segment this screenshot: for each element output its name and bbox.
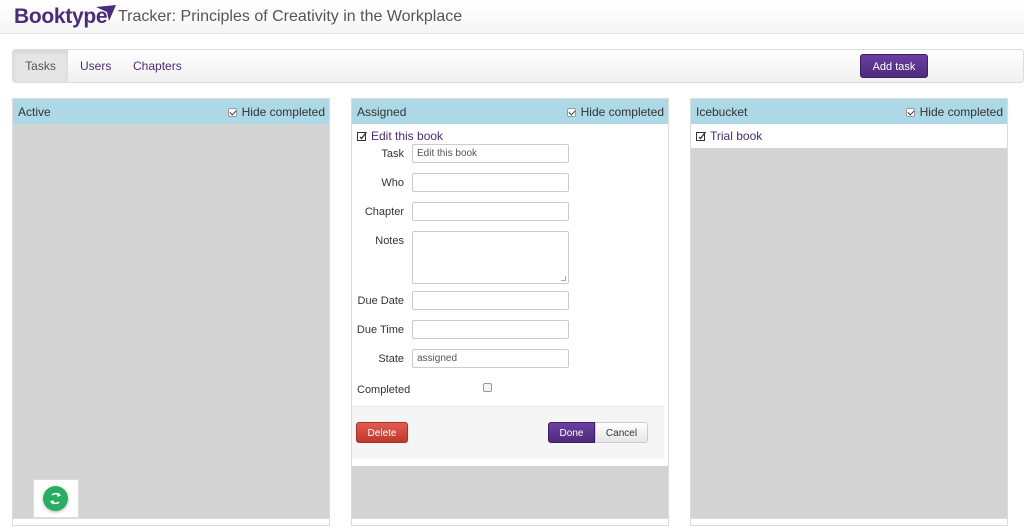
hide-completed-toggle[interactable]: Hide completed [566, 105, 664, 119]
column-assigned: Assigned Hide completed Edit this book T… [351, 98, 669, 526]
hide-completed-toggle[interactable]: Hide completed [905, 105, 1003, 119]
hide-completed-toggle[interactable]: Hide completed [227, 105, 325, 119]
hide-completed-checkbox[interactable] [227, 108, 237, 117]
task-edit-card: Edit this book Task Who Chapter Notes Du… [352, 124, 668, 466]
hide-completed-label: Hide completed [919, 105, 1003, 119]
form-actions: Delete Done Cancel [352, 406, 664, 459]
column-footer [352, 518, 668, 525]
hide-completed-checkbox[interactable] [566, 108, 576, 117]
due-date-input[interactable] [412, 291, 569, 310]
delete-button[interactable]: Delete [356, 422, 408, 443]
column-active: Active Hide completed [12, 98, 330, 526]
sync-icon [49, 492, 62, 505]
logo-arrow-icon [96, 5, 116, 21]
hide-completed-label: Hide completed [241, 105, 325, 119]
tab-chapters[interactable]: Chapters [133, 50, 182, 82]
sync-widget [33, 479, 79, 518]
column-footer [691, 518, 1007, 525]
top-bar: Booktype Tracker: Principles of Creativi… [0, 0, 1024, 34]
cancel-button[interactable]: Cancel [595, 422, 648, 443]
column-title: Assigned [357, 105, 407, 119]
column-icebucket: Icebucket Hide completed Trial book [690, 98, 1008, 526]
resize-grip-icon[interactable] [561, 276, 566, 281]
chapter-label: Chapter [364, 206, 404, 218]
state-input[interactable] [412, 349, 569, 368]
page-title: Tracker: Principles of Creativity in the… [118, 8, 463, 25]
add-task-button[interactable]: Add task [860, 54, 928, 78]
done-button[interactable]: Done [548, 422, 595, 443]
notes-label: Notes [375, 235, 404, 247]
column-header: Icebucket Hide completed [691, 99, 1007, 124]
task-link-label: Edit this book [371, 129, 444, 143]
column-footer [13, 518, 329, 525]
hide-completed-checkbox[interactable] [905, 108, 915, 117]
hide-completed-label: Hide completed [580, 105, 664, 119]
completed-checkbox[interactable] [483, 383, 492, 392]
tab-tasks[interactable]: Tasks [13, 50, 68, 82]
task-label: Task [381, 148, 404, 160]
who-input[interactable] [412, 173, 569, 192]
sync-button[interactable] [43, 486, 68, 511]
edit-icon [696, 131, 706, 141]
completed-label: Completed [357, 384, 411, 396]
due-time-label: Due Time [356, 324, 404, 336]
task-link-edit-this-book[interactable]: Edit this book [357, 129, 443, 143]
task-link-label: Trial book [710, 129, 763, 143]
task-item: Trial book [691, 124, 1007, 148]
tab-users[interactable]: Users [80, 50, 111, 82]
due-date-label: Due Date [357, 295, 404, 307]
booktype-logo[interactable]: Booktype [14, 5, 108, 29]
column-title: Active [18, 105, 51, 119]
who-label: Who [381, 177, 404, 189]
column-header: Active Hide completed [13, 99, 329, 124]
tracker-nav-bar: Tasks Users Chapters Add task [12, 49, 1024, 83]
task-link-trial-book[interactable]: Trial book [696, 129, 762, 143]
due-time-input[interactable] [412, 320, 569, 339]
chapter-input[interactable] [412, 202, 569, 221]
task-input[interactable] [412, 144, 569, 163]
state-label: State [378, 353, 404, 365]
edit-icon [357, 131, 367, 141]
column-title: Icebucket [696, 105, 748, 119]
column-header: Assigned Hide completed [352, 99, 668, 124]
notes-textarea[interactable] [412, 231, 569, 284]
